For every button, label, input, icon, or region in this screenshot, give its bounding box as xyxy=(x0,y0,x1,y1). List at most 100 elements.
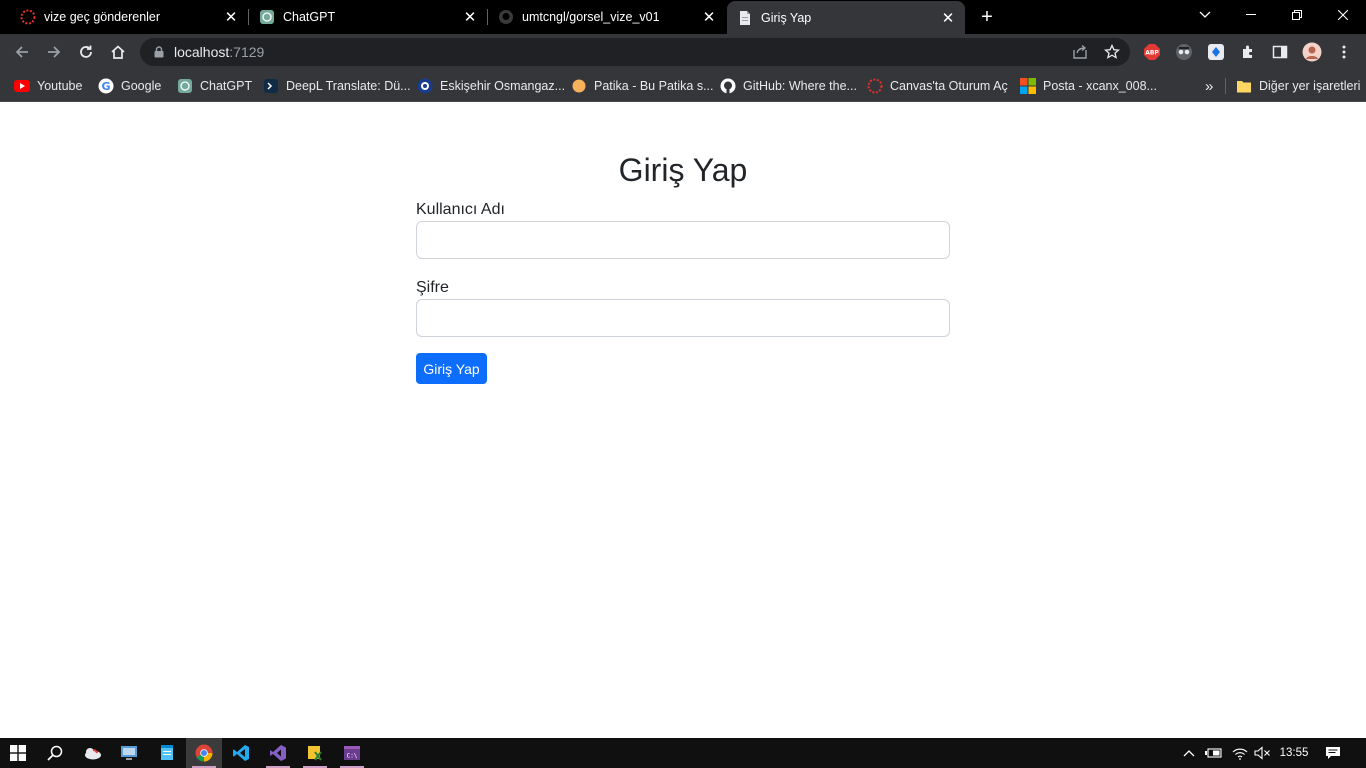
url-host: localhost xyxy=(174,44,230,60)
tab-github[interactable]: umtcngl/gorsel_vize_v01 ✕ xyxy=(478,0,726,34)
battery-icon[interactable] xyxy=(1204,738,1224,768)
chevron-up-icon[interactable] xyxy=(1180,738,1198,768)
page-content: Giriş Yap Kullanıcı Adı Şifre Giriş Yap xyxy=(0,103,1366,738)
wifi-icon[interactable] xyxy=(1230,738,1250,768)
bookmark-label: DeepL Translate: Dü... xyxy=(286,79,411,93)
svg-text:G: G xyxy=(101,80,110,93)
svg-text:C:\: C:\ xyxy=(347,753,358,760)
github-icon xyxy=(720,78,736,94)
bookmark-label: Google xyxy=(121,79,162,93)
microsoft-icon xyxy=(1020,78,1036,94)
taskbar-clock[interactable]: 13:55 xyxy=(1278,738,1310,768)
bookmark-google[interactable]: G Google xyxy=(98,76,161,96)
bookmarks-bar: Youtube G Google ChatGPT DeepL Translate… xyxy=(0,70,1366,102)
bookmark-label: Eskişehir Osmangaz... xyxy=(440,79,566,93)
back-arrow-icon[interactable] xyxy=(10,40,34,64)
volume-muted-icon[interactable] xyxy=(1252,738,1272,768)
bookmark-github[interactable]: GitHub: Where the... xyxy=(720,76,857,96)
tab-giris-yap[interactable]: Giriş Yap ✕ xyxy=(727,1,965,34)
bookmark-chatgpt[interactable]: ChatGPT xyxy=(177,76,252,96)
close-icon[interactable]: ✕ xyxy=(461,8,479,26)
university-icon xyxy=(417,78,433,94)
username-label: Kullanıcı Adı xyxy=(416,201,505,218)
bookmark-esogu[interactable]: Eskişehir Osmangaz... xyxy=(417,76,565,96)
bookmarks-overflow-chevron[interactable]: » xyxy=(1205,76,1213,96)
bookmark-label: Posta - xcanx_008... xyxy=(1043,79,1157,93)
tab-search-chevron-icon[interactable] xyxy=(1182,0,1228,30)
github-icon xyxy=(498,9,514,25)
deepl-icon xyxy=(263,78,279,94)
restore-icon[interactable] xyxy=(1274,0,1320,30)
bookmark-label: ChatGPT xyxy=(200,79,253,93)
tab-title: Giriş Yap xyxy=(761,10,812,25)
page-icon xyxy=(737,10,753,26)
close-icon[interactable]: ✕ xyxy=(222,8,240,26)
reload-icon[interactable] xyxy=(74,40,98,64)
weather-app-icon[interactable] xyxy=(75,738,111,768)
tab-title: vize geç gönderenler xyxy=(44,10,161,24)
url-text: localhost:7129 xyxy=(174,44,264,60)
tab-vize[interactable]: vize geç gönderenler ✕ xyxy=(0,0,248,34)
terminal-app-icon[interactable]: C:\ xyxy=(334,738,370,768)
bookmark-posta[interactable]: Posta - xcanx_008... xyxy=(1020,76,1157,96)
tab-strip: vize geç gönderenler ✕ ChatGPT ✕ umtcngl… xyxy=(0,0,1366,34)
profile-avatar-icon[interactable] xyxy=(1302,42,1322,62)
extensions-puzzle-icon[interactable] xyxy=(1238,42,1258,62)
bookmark-star-icon[interactable] xyxy=(1102,42,1122,62)
vscode-icon[interactable] xyxy=(223,738,259,768)
sql-tool-icon[interactable] xyxy=(297,738,333,768)
lock-icon[interactable] xyxy=(152,45,166,59)
address-bar[interactable]: localhost:7129 xyxy=(140,38,1130,66)
windows-taskbar: C:\ 13:55 xyxy=(0,738,1366,768)
search-icon[interactable] xyxy=(37,738,73,768)
youtube-icon xyxy=(14,78,30,94)
windows-start-icon[interactable] xyxy=(0,738,36,768)
username-input[interactable] xyxy=(416,221,950,259)
bookmark-label: Patika - Bu Patika s... xyxy=(594,79,714,93)
bookmark-patika[interactable]: Patika - Bu Patika s... xyxy=(571,76,714,96)
other-bookmarks-folder[interactable]: Diğer yer işaretleri xyxy=(1236,76,1360,96)
remote-desktop-icon[interactable] xyxy=(111,738,147,768)
bookmarks-divider xyxy=(1225,78,1226,94)
chatgpt-icon xyxy=(177,78,193,94)
page-title: Giriş Yap xyxy=(618,152,748,188)
close-icon[interactable]: ✕ xyxy=(700,8,718,26)
home-icon[interactable] xyxy=(106,40,130,64)
menu-kebab-icon[interactable] xyxy=(1334,42,1354,62)
close-window-icon[interactable] xyxy=(1320,0,1366,30)
bookmark-label: GitHub: Where the... xyxy=(743,79,857,93)
minimize-icon[interactable] xyxy=(1228,0,1274,30)
chrome-taskbar-icon[interactable] xyxy=(186,738,222,768)
browser-toolbar: localhost:7129 ABP xyxy=(0,34,1366,70)
google-icon: G xyxy=(98,78,114,94)
login-button[interactable]: Giriş Yap xyxy=(416,353,487,384)
visual-studio-icon[interactable] xyxy=(260,738,296,768)
bookmark-youtube[interactable]: Youtube xyxy=(14,76,82,96)
canvas-icon xyxy=(867,78,883,94)
bookmark-label: Canvas'ta Oturum Aç xyxy=(890,79,1008,93)
side-panel-icon[interactable] xyxy=(1270,42,1290,62)
code-extension-icon[interactable] xyxy=(1206,42,1226,62)
folder-icon xyxy=(1236,78,1252,94)
notepad-icon[interactable] xyxy=(149,738,185,768)
close-icon[interactable]: ✕ xyxy=(939,9,957,27)
notification-center-icon[interactable] xyxy=(1322,738,1344,768)
tab-chatgpt[interactable]: ChatGPT ✕ xyxy=(239,0,487,34)
new-tab-plus-icon[interactable]: + xyxy=(976,6,998,28)
adblock-plus-icon[interactable]: ABP xyxy=(1142,42,1162,62)
tab-title: ChatGPT xyxy=(283,10,336,24)
bookmark-label: Diğer yer işaretleri xyxy=(1259,79,1361,93)
forward-arrow-icon[interactable] xyxy=(42,40,66,64)
tab-title: umtcngl/gorsel_vize_v01 xyxy=(522,10,660,24)
bookmark-deepl[interactable]: DeepL Translate: Dü... xyxy=(263,76,411,96)
chatgpt-icon xyxy=(259,9,275,25)
share-icon[interactable] xyxy=(1070,42,1090,62)
password-label: Şifre xyxy=(416,279,449,296)
bookmark-canvas[interactable]: Canvas'ta Oturum Aç xyxy=(867,76,1008,96)
password-input[interactable] xyxy=(416,299,950,337)
canvas-icon xyxy=(20,9,36,25)
url-port: :7129 xyxy=(229,44,265,60)
bookmark-label: Youtube xyxy=(37,79,83,93)
patika-icon xyxy=(571,78,587,94)
spy-extension-icon[interactable] xyxy=(1174,42,1194,62)
